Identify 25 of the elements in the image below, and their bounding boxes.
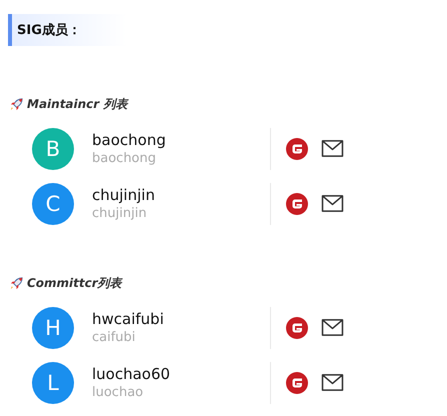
mail-icon[interactable]	[321, 194, 344, 213]
member-username: caifubi	[92, 330, 136, 345]
section-title: Maintaincr 列表	[27, 96, 128, 113]
gitee-icon[interactable]	[286, 316, 308, 338]
member-name: luochao60	[92, 365, 172, 383]
gitee-icon[interactable]	[286, 372, 308, 394]
avatar: B	[32, 128, 74, 170]
member-username: baochong	[92, 151, 158, 166]
member-username: luochao	[92, 385, 144, 400]
heading-text: SIG成员：	[17, 22, 81, 39]
rocket-icon	[9, 97, 24, 112]
gitee-icon[interactable]	[286, 192, 308, 214]
member-username: chujinjin	[92, 206, 148, 221]
section-title: Committcr列表	[27, 275, 122, 292]
member-name: chujinjin	[92, 186, 156, 204]
mail-icon[interactable]	[321, 139, 344, 158]
mail-icon[interactable]	[321, 318, 344, 337]
gitee-icon[interactable]	[286, 138, 308, 160]
member-name: hwcaifubi	[92, 310, 165, 328]
avatar: H	[32, 306, 74, 348]
mail-icon[interactable]	[321, 373, 344, 392]
member-name: baochong	[92, 131, 167, 149]
avatar: L	[32, 362, 74, 404]
avatar: C	[32, 182, 74, 224]
rocket-icon	[9, 276, 24, 291]
